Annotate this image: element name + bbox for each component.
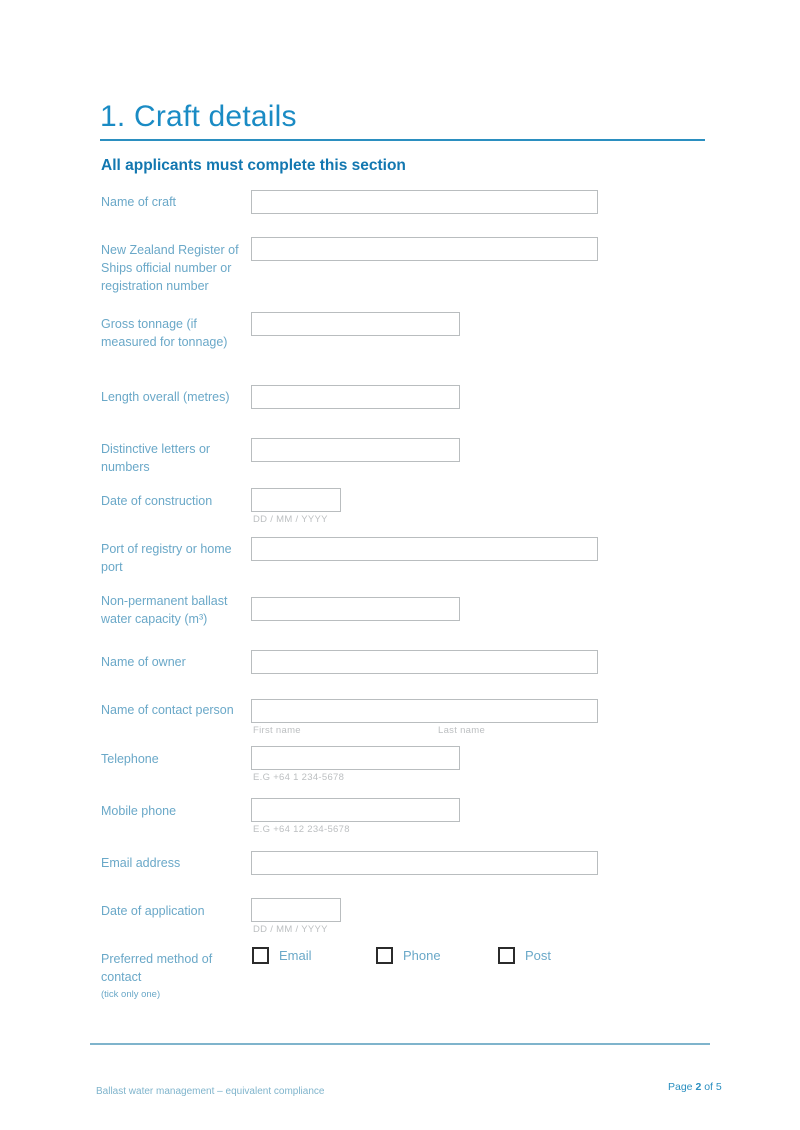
checkbox-box[interactable] xyxy=(376,947,393,964)
field-label: Gross tonnage (if measured for tonnage) xyxy=(101,317,228,349)
field-label: Telephone xyxy=(101,752,159,766)
text-input[interactable] xyxy=(251,190,598,214)
text-input[interactable] xyxy=(251,537,598,561)
field-label: Distinctive letters or numbers xyxy=(101,442,211,474)
document-page: 1. Craft details All applicants must comp… xyxy=(0,0,800,1130)
text-input[interactable] xyxy=(251,898,341,922)
text-input[interactable] xyxy=(251,597,460,621)
text-input[interactable] xyxy=(251,312,460,336)
footer-divider xyxy=(90,1043,710,1045)
text-input[interactable] xyxy=(251,438,460,462)
field-hint: DD / MM / YYYY xyxy=(253,514,328,525)
checkbox-label: Post xyxy=(525,948,552,963)
page-prefix: Page xyxy=(668,1081,696,1093)
text-input[interactable] xyxy=(251,851,598,875)
checkbox-option[interactable]: Post xyxy=(498,947,551,964)
preferred-contact-note: (tick only one) xyxy=(101,989,161,1000)
field-hint: DD / MM / YYYY xyxy=(253,924,328,935)
field-hint: First name xyxy=(253,725,301,736)
page-title: 1. Craft details xyxy=(100,100,297,134)
field-hint: E.G +64 1 234-5678 xyxy=(253,772,345,783)
checkbox-label: Email xyxy=(279,948,312,963)
field-label: Non-permanent ballast water capacity (m³… xyxy=(101,594,228,626)
checkbox-box[interactable] xyxy=(252,947,269,964)
section-number: 1. xyxy=(100,100,126,133)
field-label: Date of application xyxy=(101,904,205,918)
footer-page-number: Page 2 of 5 xyxy=(668,1081,722,1093)
field-label: Name of owner xyxy=(101,655,186,669)
field-label: Mobile phone xyxy=(101,804,177,818)
field-label: Date of construction xyxy=(101,494,213,508)
text-input[interactable] xyxy=(251,650,598,674)
text-input[interactable] xyxy=(251,237,598,261)
section-title-text: Craft details xyxy=(134,100,297,133)
title-divider xyxy=(100,139,705,141)
footer-document-name: Ballast water management – equivalent co… xyxy=(96,1086,325,1097)
preferred-contact-label: Preferred method of contact (tick only on… xyxy=(101,950,251,1002)
text-input[interactable] xyxy=(251,488,341,512)
checkbox-label: Phone xyxy=(403,948,441,963)
text-input[interactable] xyxy=(251,699,598,723)
field-label: Email address xyxy=(101,856,181,870)
section-subheading: All applicants must complete this sectio… xyxy=(101,157,406,174)
text-input[interactable] xyxy=(251,798,460,822)
text-input[interactable] xyxy=(251,746,460,770)
checkbox-option[interactable]: Phone xyxy=(376,947,441,964)
page-suffix: of 5 xyxy=(701,1081,722,1093)
field-label: Name of contact person xyxy=(101,703,234,717)
checkbox-option[interactable]: Email xyxy=(252,947,312,964)
checkbox-box[interactable] xyxy=(498,947,515,964)
field-label: Length overall (metres) xyxy=(101,390,230,404)
field-label: Port of registry or home port xyxy=(101,542,232,574)
text-input[interactable] xyxy=(251,385,460,409)
field-hint-secondary: Last name xyxy=(438,725,486,736)
field-label: Name of craft xyxy=(101,195,177,209)
field-label: New Zealand Register of Ships official n… xyxy=(101,243,239,293)
field-hint: E.G +64 12 234-5678 xyxy=(253,824,350,835)
